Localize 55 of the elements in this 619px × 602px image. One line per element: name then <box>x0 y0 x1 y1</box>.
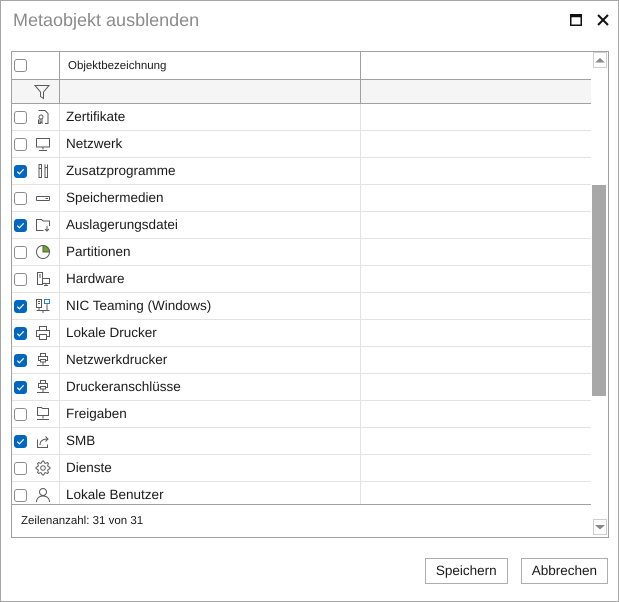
checkbox[interactable] <box>14 380 27 394</box>
checkbox[interactable] <box>14 272 27 286</box>
checkbox[interactable] <box>14 300 27 312</box>
object-name: SMB <box>66 433 96 449</box>
checkbox[interactable] <box>14 326 27 340</box>
object-name: Zusatzprogramme <box>66 163 176 179</box>
gear-icon <box>35 460 51 476</box>
row-count: Zeilenanzahl: 31 von 31 <box>21 514 144 528</box>
monitor-icon <box>35 136 51 152</box>
network-servers-icon <box>35 298 51 314</box>
object-name: NIC Teaming (Windows) <box>66 298 212 314</box>
scroll-up-button[interactable] <box>593 52 607 68</box>
checkbox[interactable] <box>14 354 27 366</box>
checkbox[interactable] <box>14 246 27 258</box>
scroll-down-button[interactable] <box>593 519 607 535</box>
object-name: Partitionen <box>66 244 131 260</box>
filter-icon[interactable] <box>34 84 50 100</box>
checkbox[interactable] <box>14 218 27 232</box>
column-header[interactable]: Objektbezeichnung <box>66 58 166 72</box>
checkbox[interactable] <box>14 408 27 420</box>
checkbox[interactable] <box>14 110 27 124</box>
maximize-icon[interactable] <box>570 14 582 26</box>
network-printer-icon <box>35 379 51 395</box>
share-icon <box>35 433 51 449</box>
folder-arrow-icon <box>35 217 51 233</box>
dialog-button[interactable]: Speichern <box>424 558 508 584</box>
checkbox[interactable] <box>14 138 27 150</box>
object-name: Druckeranschlüsse <box>66 379 181 395</box>
object-name: Netzwerkdrucker <box>66 352 168 368</box>
network-folder-icon <box>35 406 51 422</box>
object-name: Lokale Benutzer <box>66 487 164 503</box>
close-icon[interactable] <box>597 14 609 26</box>
checkbox[interactable] <box>14 488 27 502</box>
dialog-button[interactable]: Abbrechen <box>520 558 608 584</box>
user-icon <box>35 487 51 503</box>
printer-icon <box>35 325 51 341</box>
object-name: Zertifikate <box>66 109 126 125</box>
checkbox[interactable] <box>14 192 27 204</box>
certificate-icon <box>35 109 51 125</box>
checkbox[interactable] <box>14 462 27 474</box>
object-name: Dienste <box>66 460 112 476</box>
window-title: Metaobjekt ausblenden <box>13 9 200 31</box>
object-name: Hardware <box>66 271 125 287</box>
object-name: Speichermedien <box>66 190 164 206</box>
object-name: Auslagerungsdatei <box>66 217 178 233</box>
computer-icon <box>35 271 51 287</box>
checkbox[interactable] <box>14 164 27 178</box>
object-name: Netzwerk <box>66 136 122 152</box>
scrollbar-thumb[interactable] <box>592 185 606 396</box>
object-name: Lokale Drucker <box>66 325 157 341</box>
network-printer-icon <box>35 352 51 368</box>
object-name: Freigaben <box>66 406 127 422</box>
pie-chart-icon <box>35 244 51 260</box>
checkbox[interactable] <box>14 59 27 72</box>
checkbox[interactable] <box>14 434 27 448</box>
